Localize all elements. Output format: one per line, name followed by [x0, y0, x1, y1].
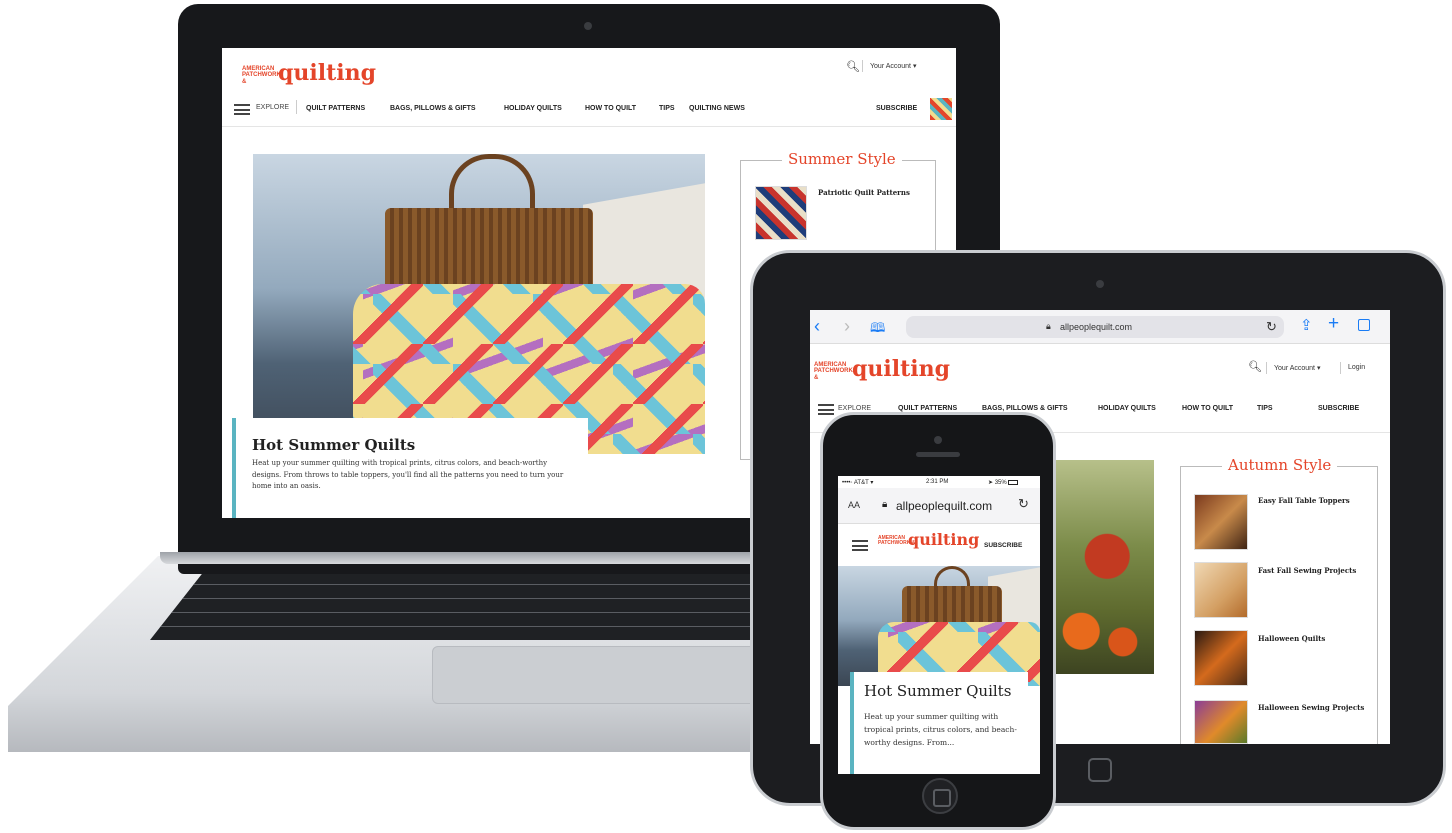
- basket-handle-shape: [934, 566, 970, 588]
- search-icon[interactable]: 🔍︎: [846, 60, 860, 73]
- logo-main-text: quilting: [278, 60, 376, 86]
- nav-item-how-to-quilt[interactable]: HOW TO QUILT: [1182, 405, 1233, 412]
- laptop-trackpad: [432, 646, 762, 704]
- search-icon[interactable]: 🔍︎: [1248, 360, 1262, 373]
- chevron-down-icon: ▾: [1316, 365, 1321, 372]
- nav-divider: [296, 100, 297, 114]
- address-bar-url: allpeoplequilt.com: [1060, 322, 1133, 332]
- hero-title: Hot Summer Quilts: [252, 436, 416, 454]
- explore-link[interactable]: EXPLORE: [838, 405, 871, 412]
- sidebar-item-thumbnail[interactable]: [1194, 630, 1248, 686]
- carrier-text: AT&T: [853, 480, 869, 486]
- sidebar-item-thumbnail[interactable]: [1194, 494, 1248, 550]
- hero-body: Heat up your summer quilting with tropic…: [864, 712, 1017, 748]
- subscribe-link[interactable]: SUBSCRIBE: [984, 542, 1022, 549]
- carrier-label: ••••◦ AT&T ▾: [842, 479, 873, 486]
- bookmarks-icon[interactable]: 🕮︎: [870, 319, 885, 341]
- battery-status: ➤ 35%: [988, 479, 1019, 486]
- sidebar-item-label[interactable]: Patriotic Quilt Patterns: [818, 188, 910, 197]
- nav-item-how-to-quilt[interactable]: HOW TO QUILT: [585, 105, 636, 112]
- sidebar-item-label[interactable]: Halloween Quilts: [1258, 634, 1325, 643]
- reload-icon[interactable]: ↻: [1266, 319, 1277, 335]
- account-label: Your Account: [1274, 365, 1315, 372]
- hero-caption-card[interactable]: Hot Summer Quilts Heat up your summer qu…: [232, 418, 588, 518]
- battery-text: 35%: [994, 480, 1007, 486]
- sidebar-item-label[interactable]: Halloween Sewing Projects: [1258, 702, 1368, 713]
- sidebar-item-label[interactable]: Fast Fall Sewing Projects: [1258, 566, 1356, 575]
- login-link[interactable]: Login: [1348, 364, 1365, 371]
- menu-icon[interactable]: [852, 540, 868, 551]
- wifi-icon: ▾: [870, 480, 874, 486]
- nav-item-bags-pillows-gifts[interactable]: BAGS, PILLOWS & GIFTS: [982, 405, 1068, 412]
- tablet-camera: [1096, 280, 1104, 288]
- chevron-down-icon: ▾: [912, 63, 917, 70]
- logo-main-text: quilting: [852, 356, 950, 382]
- safari-url-bar: AA 🔒︎ allpeoplequilt.com ↻: [838, 488, 1040, 524]
- location-icon: ➤: [988, 480, 994, 486]
- sidebar-item-thumbnail[interactable]: [755, 186, 807, 240]
- nav-item-tips[interactable]: TIPS: [1257, 405, 1273, 412]
- autumn-hero-image[interactable]: [1050, 460, 1154, 674]
- header-divider: [1266, 362, 1267, 374]
- basket-handle-shape: [449, 154, 535, 214]
- hero-title: Hot Summer Quilts: [864, 682, 1012, 700]
- nav-item-holiday-quilts[interactable]: HOLIDAY QUILTS: [1098, 405, 1156, 412]
- text-size-button[interactable]: AA: [848, 500, 860, 510]
- battery-icon: [1008, 479, 1019, 485]
- header-divider: [1340, 362, 1341, 374]
- signal-icon: ••••◦: [842, 480, 853, 486]
- phone-camera: [934, 436, 942, 444]
- phone-speaker: [916, 452, 960, 457]
- menu-icon[interactable]: [818, 404, 834, 415]
- logo-mid-text: PATCHWORK &: [814, 368, 853, 381]
- hero-body: Heat up your summer quilting with tropic…: [252, 459, 564, 491]
- header-rule: [222, 126, 956, 127]
- sidebar-title: Autumn Style: [1222, 456, 1338, 474]
- logo-main-text: quilting: [908, 530, 980, 549]
- nav-item-holiday-quilts[interactable]: HOLIDAY QUILTS: [504, 105, 562, 112]
- address-bar-url[interactable]: allpeoplequilt.com: [896, 499, 992, 513]
- tablet-home-button[interactable]: [1088, 758, 1112, 782]
- subscribe-link[interactable]: SUBSCRIBE: [1318, 405, 1359, 412]
- sidebar-item-thumbnail[interactable]: [1194, 562, 1248, 618]
- hero-image[interactable]: [253, 154, 705, 454]
- nav-item-bags-pillows-gifts[interactable]: BAGS, PILLOWS & GIFTS: [390, 105, 476, 112]
- account-label: Your Account: [870, 63, 911, 70]
- phone-screen: ••••◦ AT&T ▾ 2:31 PM ➤ 35% AA 🔒︎ allpeop…: [838, 476, 1040, 774]
- logo-mid-text: PATCHWORK &: [242, 72, 281, 85]
- address-bar[interactable]: 🔒︎ allpeoplequilt.com ↻: [906, 316, 1284, 338]
- account-menu[interactable]: Your Account ▾: [870, 62, 916, 70]
- explore-link[interactable]: EXPLORE: [256, 104, 289, 111]
- share-icon[interactable]: ⇪: [1300, 316, 1313, 334]
- nav-item-quilt-patterns[interactable]: QUILT PATTERNS: [898, 405, 957, 412]
- reload-icon[interactable]: ↻: [1018, 496, 1029, 512]
- nav-item-quilt-patterns[interactable]: QUILT PATTERNS: [306, 105, 365, 112]
- laptop-camera: [584, 22, 592, 30]
- lock-icon: 🔒︎: [1046, 321, 1051, 331]
- hero-image[interactable]: [838, 566, 1040, 686]
- account-menu[interactable]: Your Account ▾: [1274, 364, 1320, 372]
- subscribe-link[interactable]: SUBSCRIBE: [876, 105, 917, 112]
- header-divider: [862, 60, 863, 72]
- back-icon[interactable]: ‹: [814, 316, 820, 337]
- sidebar-item-thumbnail[interactable]: [1194, 700, 1248, 744]
- magazine-cover-thumbnail[interactable]: [930, 98, 952, 120]
- status-time: 2:31 PM: [926, 479, 949, 485]
- nav-item-tips[interactable]: TIPS: [659, 105, 675, 112]
- sidebar-item-label[interactable]: Easy Fall Table Toppers: [1258, 496, 1350, 505]
- menu-icon[interactable]: [234, 104, 250, 115]
- phone-home-button[interactable]: [922, 778, 958, 814]
- nav-item-quilting-news[interactable]: QUILTING NEWS: [689, 105, 745, 112]
- new-tab-icon[interactable]: +: [1328, 313, 1339, 335]
- hero-caption-card[interactable]: Hot Summer Quilts Heat up your summer qu…: [850, 672, 1028, 774]
- lock-icon: 🔒︎: [882, 499, 888, 510]
- tabs-icon[interactable]: [1358, 319, 1370, 331]
- sidebar-title: Summer Style: [782, 150, 902, 168]
- forward-icon[interactable]: ›: [844, 316, 850, 337]
- safari-toolbar: ‹ › 🕮︎ 🔒︎ allpeoplequilt.com ↻ ⇪ +: [810, 310, 1390, 344]
